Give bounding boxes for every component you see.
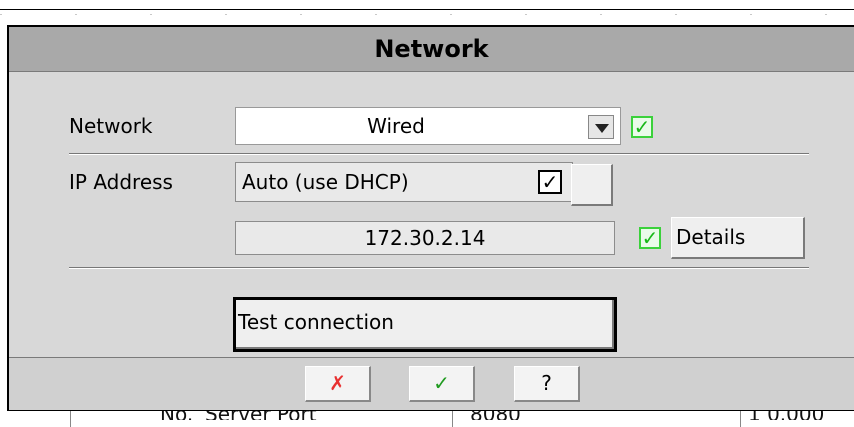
ip-address-field: 172.30.2.14: [235, 221, 615, 255]
cancel-button[interactable]: ✗: [305, 366, 371, 402]
test-connection-label: Test connection: [236, 300, 614, 349]
details-button[interactable]: Details: [671, 217, 805, 259]
ip-address-checkbox[interactable]: ✓: [639, 227, 661, 249]
ip-address-label: IP Address: [69, 170, 173, 194]
network-select[interactable]: Wired: [235, 107, 621, 145]
test-connection-button[interactable]: Test connection: [233, 297, 617, 352]
ip-mode-field[interactable]: Auto (use DHCP): [235, 162, 573, 202]
ip-address-value: 172.30.2.14: [364, 226, 486, 250]
ok-button[interactable]: ✓: [409, 366, 475, 402]
separator: [69, 267, 809, 269]
background-header-line: [0, 9, 854, 10]
network-label: Network: [69, 114, 153, 138]
help-button[interactable]: ?: [514, 366, 580, 402]
network-dialog: Network Network Wired ✓ IP Address Auto …: [7, 25, 854, 411]
ip-mode-button[interactable]: [571, 164, 613, 206]
dialog-title: Network: [9, 27, 854, 72]
background-grid-dots: [0, 14, 854, 15]
dialog-footer: ✗ ✓ ?: [9, 357, 854, 410]
separator: [69, 153, 809, 155]
network-enabled-checkbox[interactable]: ✓: [631, 116, 653, 138]
ip-mode-value: Auto (use DHCP): [242, 170, 409, 194]
network-select-value: Wired: [367, 114, 425, 138]
chevron-down-icon[interactable]: [588, 115, 614, 139]
dhcp-checkbox[interactable]: ✓: [538, 170, 562, 194]
